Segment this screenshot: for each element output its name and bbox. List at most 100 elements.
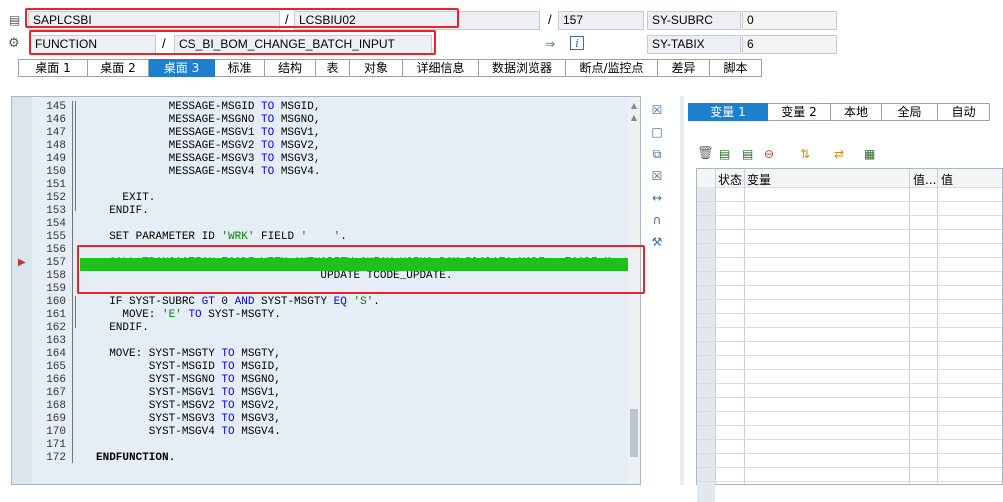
code-line[interactable]: 152 EXIT.: [12, 192, 622, 205]
code-line[interactable]: 169 SYST-MSGV3 TO MSGV3,: [12, 413, 622, 426]
col-value-trunc[interactable]: 值...: [913, 171, 936, 188]
code-line[interactable]: 146 MESSAGE-MSGNO TO MSGNO,: [12, 114, 622, 127]
trash-icon[interactable]: 🗑: [697, 146, 714, 162]
code-line[interactable]: 167 SYST-MSGV1 TO MSGV1,: [12, 387, 622, 400]
view-icon[interactable]: ▤: [719, 146, 735, 162]
table-row[interactable]: [697, 257, 1002, 272]
code-line[interactable]: 168 SYST-MSGV2 TO MSGV2,: [12, 400, 622, 413]
delete-icon[interactable]: ☒: [649, 168, 665, 184]
tab-local[interactable]: 本地: [831, 103, 882, 121]
table-row[interactable]: [697, 271, 1002, 286]
copy-icon[interactable]: ⧉: [649, 146, 665, 162]
code-line[interactable]: 153 ENDIF.: [12, 205, 622, 218]
tab-table[interactable]: 表: [316, 59, 350, 77]
scroll-thumb[interactable]: [630, 409, 638, 457]
table-row[interactable]: [697, 313, 1002, 328]
code-text: MESSAGE-MSGNO TO MSGNO,: [96, 114, 321, 126]
table-row[interactable]: [697, 369, 1002, 384]
tab-vars-1[interactable]: 变量 1: [688, 103, 768, 121]
tab-desktop-1[interactable]: 桌面 1: [18, 59, 88, 77]
remove-icon[interactable]: ⊖: [764, 146, 780, 162]
scroll-up2-icon[interactable]: ▲: [629, 113, 639, 123]
scroll-up-icon[interactable]: ▲: [629, 101, 639, 111]
line-number-field[interactable]: 157: [558, 11, 644, 30]
table-row[interactable]: [697, 201, 1002, 216]
code-line[interactable]: 155 SET PARAMETER ID 'WRK' FIELD ' '.: [12, 231, 622, 244]
table-row[interactable]: [697, 425, 1002, 440]
code-line[interactable]: 162 ENDIF.: [12, 322, 622, 335]
code-line[interactable]: 163: [12, 335, 622, 348]
line-number: 159: [46, 283, 66, 295]
col-status[interactable]: 状态: [718, 171, 742, 188]
code-line[interactable]: 154: [12, 218, 622, 231]
tab-breakpoints[interactable]: 断点/监控点: [566, 59, 658, 77]
table-row[interactable]: [697, 229, 1002, 244]
table-row[interactable]: [697, 215, 1002, 230]
code-line[interactable]: 161 MOVE: 'E' TO SYST-MSGTY.: [12, 309, 622, 322]
close-editor-icon[interactable]: ☒: [649, 102, 665, 118]
code-line[interactable]: 151: [12, 179, 622, 192]
tab-desktop-3[interactable]: 桌面 3: [149, 59, 215, 77]
execution-arrow-icon: ▶: [18, 257, 26, 268]
sy-field-name-1[interactable]: SY-SUBRC: [647, 11, 741, 30]
table-row[interactable]: [697, 299, 1002, 314]
callout-program: [25, 8, 459, 28]
sort-icon[interactable]: ⇄: [834, 146, 850, 162]
new-doc-icon[interactable]: □: [649, 124, 665, 140]
link-icon[interactable]: ∩: [649, 212, 665, 228]
table-row[interactable]: [697, 467, 1002, 482]
tab-script[interactable]: 脚本: [710, 59, 762, 77]
table-row[interactable]: [697, 397, 1002, 412]
tab-standard[interactable]: 标准: [215, 59, 265, 77]
code-line[interactable]: 145 MESSAGE-MSGID TO MSGID,: [12, 101, 622, 114]
table-row[interactable]: [697, 453, 1002, 468]
line-number: 165: [46, 361, 66, 373]
code-line[interactable]: 160 IF SYST-SUBRC GT 0 AND SYST-MSGTY EQ…: [12, 296, 622, 309]
table-row[interactable]: [697, 187, 1002, 202]
tab-diff[interactable]: 差异: [658, 59, 710, 77]
tab-structure[interactable]: 结构: [265, 59, 316, 77]
tab-vars-2[interactable]: 变量 2: [768, 103, 831, 121]
code-line[interactable]: 164 MOVE: SYST-MSGTY TO MSGTY,: [12, 348, 622, 361]
line-number: 153: [46, 205, 66, 217]
code-line[interactable]: 150 MESSAGE-MSGV4 TO MSGV4.: [12, 166, 622, 179]
tab-data-browser[interactable]: 数据浏览器: [479, 59, 566, 77]
code-line[interactable]: 149 MESSAGE-MSGV3 TO MSGV3,: [12, 153, 622, 166]
code-line[interactable]: 148 MESSAGE-MSGV2 TO MSGV2,: [12, 140, 622, 153]
col-value[interactable]: 值: [941, 171, 953, 188]
sy-field-value-2[interactable]: 6: [742, 35, 837, 54]
variable-grid[interactable]: 状态 变量 值... 值: [696, 168, 1003, 502]
tab-object[interactable]: 对象: [350, 59, 403, 77]
table-row[interactable]: [697, 327, 1002, 342]
sy-field-value-1[interactable]: 0: [742, 11, 837, 30]
tab-auto[interactable]: 自动: [938, 103, 990, 121]
code-line[interactable]: 171: [12, 439, 622, 452]
code-text: SYST-MSGV2 TO MSGV2,: [96, 400, 281, 412]
code-line[interactable]: 170 SYST-MSGV4 TO MSGV4.: [12, 426, 622, 439]
table-row[interactable]: [697, 383, 1002, 398]
code-line[interactable]: 166 SYST-MSGNO TO MSGNO,: [12, 374, 622, 387]
line-number: 155: [46, 231, 66, 243]
tools-icon[interactable]: ⚒: [649, 234, 665, 250]
col-variable[interactable]: 变量: [747, 171, 771, 188]
code-line[interactable]: 165 SYST-MSGID TO MSGID,: [12, 361, 622, 374]
splitter[interactable]: [680, 96, 684, 485]
code-line[interactable]: 172 ENDFUNCTION.: [12, 452, 622, 465]
export-icon[interactable]: ▦: [864, 146, 880, 162]
table-row[interactable]: [697, 411, 1002, 426]
arrow-into-icon[interactable]: ⇒: [545, 36, 561, 52]
table-row[interactable]: [697, 355, 1002, 370]
sy-field-name-2[interactable]: SY-TABIX: [647, 35, 741, 54]
tab-global[interactable]: 全局: [882, 103, 938, 121]
table-row[interactable]: [697, 439, 1002, 454]
table-row[interactable]: [697, 243, 1002, 258]
view-alt-icon[interactable]: ▤: [742, 146, 758, 162]
table-row[interactable]: [697, 285, 1002, 300]
tab-desktop-2[interactable]: 桌面 2: [88, 59, 149, 77]
resize-icon[interactable]: ↔: [649, 190, 665, 206]
info-icon[interactable]: i: [570, 36, 584, 50]
table-row[interactable]: [697, 341, 1002, 356]
tab-details[interactable]: 详细信息: [403, 59, 479, 77]
code-line[interactable]: 147 MESSAGE-MSGV1 TO MSGV1,: [12, 127, 622, 140]
columns-icon[interactable]: ⇅: [800, 146, 816, 162]
